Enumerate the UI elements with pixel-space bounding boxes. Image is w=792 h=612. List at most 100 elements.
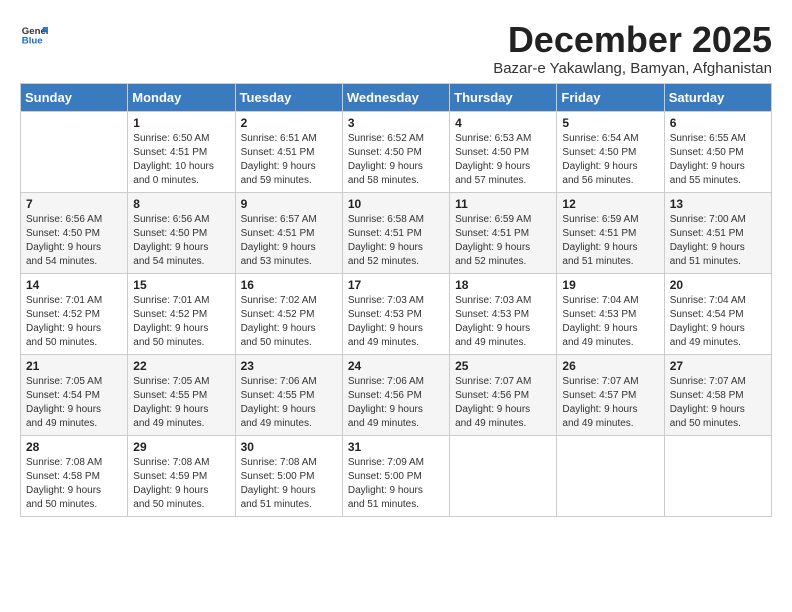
calendar-cell: 24 Sunrise: 7:06 AM Sunset: 4:56 PM Dayli… [342, 354, 449, 435]
calendar-cell [557, 435, 664, 516]
day-info: Sunrise: 7:09 AM Sunset: 5:00 PM Dayligh… [348, 456, 444, 512]
month-title: December 2025 [493, 20, 772, 60]
day-info: Sunrise: 7:06 AM Sunset: 4:56 PM Dayligh… [348, 375, 444, 431]
calendar-cell: 5Sunrise: 6:54 AM Sunset: 4:50 PM Daylig… [557, 111, 664, 192]
calendar-cell: 13Sunrise: 7:00 AM Sunset: 4:51 PM Dayli… [664, 192, 771, 273]
header-wednesday: Wednesday [342, 83, 449, 111]
day-number: 2 [241, 116, 337, 130]
day-number: 7 [26, 197, 122, 211]
calendar-cell: 19 Sunrise: 7:04 AM Sunset: 4:53 PM Dayli… [557, 273, 664, 354]
page-header: General Blue December 2025 Bazar-e Yakaw… [20, 20, 772, 77]
day-info: Sunrise: 7:07 AM Sunset: 4:56 PM Dayligh… [455, 375, 551, 431]
day-number: 18 [455, 278, 551, 292]
day-number: 1 [133, 116, 229, 130]
logo: General Blue [20, 20, 50, 48]
day-info: Sunrise: 7:04 AM Sunset: 4:54 PM Dayligh… [670, 294, 766, 350]
calendar-cell: 28Sunrise: 7:08 AM Sunset: 4:58 PM Dayli… [21, 435, 128, 516]
day-number: 31 [348, 440, 444, 454]
day-info: Sunrise: 6:53 AM Sunset: 4:50 PM Dayligh… [455, 132, 551, 188]
header-friday: Friday [557, 83, 664, 111]
day-number: 6 [670, 116, 766, 130]
calendar-cell: 12 Sunrise: 6:59 AM Sunset: 4:51 PM Dayli… [557, 192, 664, 273]
day-number: 16 [241, 278, 337, 292]
logo-icon: General Blue [20, 20, 48, 48]
day-info: Sunrise: 7:08 AM Sunset: 4:59 PM Dayligh… [133, 456, 229, 512]
day-number: 26 [562, 359, 658, 373]
calendar-header-row: SundayMondayTuesdayWednesdayThursdayFrid… [21, 83, 772, 111]
day-number: 15 [133, 278, 229, 292]
day-number: 27 [670, 359, 766, 373]
day-number: 4 [455, 116, 551, 130]
day-info: Sunrise: 6:56 AM Sunset: 4:50 PM Dayligh… [26, 213, 122, 269]
day-number: 9 [241, 197, 337, 211]
day-info: Sunrise: 6:52 AM Sunset: 4:50 PM Dayligh… [348, 132, 444, 188]
calendar-cell: 14Sunrise: 7:01 AM Sunset: 4:52 PM Dayli… [21, 273, 128, 354]
calendar-table: SundayMondayTuesdayWednesdayThursdayFrid… [20, 83, 772, 517]
calendar-cell [450, 435, 557, 516]
day-number: 11 [455, 197, 551, 211]
day-info: Sunrise: 7:01 AM Sunset: 4:52 PM Dayligh… [133, 294, 229, 350]
day-info: Sunrise: 6:56 AM Sunset: 4:50 PM Dayligh… [133, 213, 229, 269]
header-thursday: Thursday [450, 83, 557, 111]
calendar-cell: 25Sunrise: 7:07 AM Sunset: 4:56 PM Dayli… [450, 354, 557, 435]
day-info: Sunrise: 7:07 AM Sunset: 4:57 PM Dayligh… [562, 375, 658, 431]
header-tuesday: Tuesday [235, 83, 342, 111]
calendar-cell: 21 Sunrise: 7:05 AM Sunset: 4:54 PM Dayli… [21, 354, 128, 435]
calendar-week-3: 14 Sunrise: 7:01 AM Sunset: 4:52 PM Dayli… [21, 273, 772, 354]
calendar-cell: 8 Sunrise: 6:56 AM Sunset: 4:50 PM Daylig… [128, 192, 235, 273]
day-info: Sunrise: 7:05 AM Sunset: 4:54 PM Dayligh… [26, 375, 122, 431]
day-info: Sunrise: 7:04 AM Sunset: 4:53 PM Dayligh… [562, 294, 658, 350]
day-number: 21 [26, 359, 122, 373]
day-info: Sunrise: 6:59 AM Sunset: 4:51 PM Dayligh… [562, 213, 658, 269]
day-number: 23 [241, 359, 337, 373]
svg-text:Blue: Blue [22, 36, 43, 47]
calendar-cell: 7 Sunrise: 6:56 AM Sunset: 4:50 PM Daylig… [21, 192, 128, 273]
calendar-cell: 27 Sunrise: 7:07 AM Sunset: 4:58 PM Dayli… [664, 354, 771, 435]
day-info: Sunrise: 7:07 AM Sunset: 4:58 PM Dayligh… [670, 375, 766, 431]
calendar-cell: 18 Sunrise: 7:03 AM Sunset: 4:53 PM Dayli… [450, 273, 557, 354]
calendar-cell: 17 Sunrise: 7:03 AM Sunset: 4:53 PM Dayli… [342, 273, 449, 354]
calendar-cell: 11 Sunrise: 6:59 AM Sunset: 4:51 PM Dayli… [450, 192, 557, 273]
header-monday: Monday [128, 83, 235, 111]
day-info: Sunrise: 7:03 AM Sunset: 4:53 PM Dayligh… [348, 294, 444, 350]
calendar-cell [664, 435, 771, 516]
calendar-cell: 23 Sunrise: 7:06 AM Sunset: 4:55 PM Dayli… [235, 354, 342, 435]
day-info: Sunrise: 7:02 AM Sunset: 4:52 PM Dayligh… [241, 294, 337, 350]
day-info: Sunrise: 6:51 AM Sunset: 4:51 PM Dayligh… [241, 132, 337, 188]
day-info: Sunrise: 6:59 AM Sunset: 4:51 PM Dayligh… [455, 213, 551, 269]
calendar-cell: 16 Sunrise: 7:02 AM Sunset: 4:52 PM Dayli… [235, 273, 342, 354]
day-info: Sunrise: 6:54 AM Sunset: 4:50 PM Dayligh… [562, 132, 658, 188]
calendar-cell: 22Sunrise: 7:05 AM Sunset: 4:55 PM Dayli… [128, 354, 235, 435]
calendar-cell: 4 Sunrise: 6:53 AM Sunset: 4:50 PM Daylig… [450, 111, 557, 192]
calendar-cell: 3 Sunrise: 6:52 AM Sunset: 4:50 PM Daylig… [342, 111, 449, 192]
day-info: Sunrise: 6:57 AM Sunset: 4:51 PM Dayligh… [241, 213, 337, 269]
day-info: Sunrise: 7:06 AM Sunset: 4:55 PM Dayligh… [241, 375, 337, 431]
day-number: 20 [670, 278, 766, 292]
day-number: 8 [133, 197, 229, 211]
calendar-cell: 30 Sunrise: 7:08 AM Sunset: 5:00 PM Dayli… [235, 435, 342, 516]
location-subtitle: Bazar-e Yakawlang, Bamyan, Afghanistan [493, 60, 772, 77]
calendar-week-1: 1 Sunrise: 6:50 AM Sunset: 4:51 PM Daylig… [21, 111, 772, 192]
day-number: 12 [562, 197, 658, 211]
calendar-week-2: 7 Sunrise: 6:56 AM Sunset: 4:50 PM Daylig… [21, 192, 772, 273]
title-block: December 2025 Bazar-e Yakawlang, Bamyan,… [493, 20, 772, 77]
calendar-cell [21, 111, 128, 192]
day-number: 17 [348, 278, 444, 292]
day-info: Sunrise: 6:55 AM Sunset: 4:50 PM Dayligh… [670, 132, 766, 188]
day-info: Sunrise: 7:05 AM Sunset: 4:55 PM Dayligh… [133, 375, 229, 431]
calendar-cell: 31 Sunrise: 7:09 AM Sunset: 5:00 PM Dayli… [342, 435, 449, 516]
day-info: Sunrise: 7:03 AM Sunset: 4:53 PM Dayligh… [455, 294, 551, 350]
calendar-cell: 15 Sunrise: 7:01 AM Sunset: 4:52 PM Dayli… [128, 273, 235, 354]
day-info: Sunrise: 7:08 AM Sunset: 5:00 PM Dayligh… [241, 456, 337, 512]
calendar-cell: 29 Sunrise: 7:08 AM Sunset: 4:59 PM Dayli… [128, 435, 235, 516]
day-number: 24 [348, 359, 444, 373]
day-number: 19 [562, 278, 658, 292]
day-info: Sunrise: 6:50 AM Sunset: 4:51 PM Dayligh… [133, 132, 229, 188]
day-number: 30 [241, 440, 337, 454]
day-number: 3 [348, 116, 444, 130]
calendar-cell: 10Sunrise: 6:58 AM Sunset: 4:51 PM Dayli… [342, 192, 449, 273]
day-info: Sunrise: 7:00 AM Sunset: 4:51 PM Dayligh… [670, 213, 766, 269]
day-number: 14 [26, 278, 122, 292]
calendar-cell: 1 Sunrise: 6:50 AM Sunset: 4:51 PM Daylig… [128, 111, 235, 192]
day-number: 29 [133, 440, 229, 454]
